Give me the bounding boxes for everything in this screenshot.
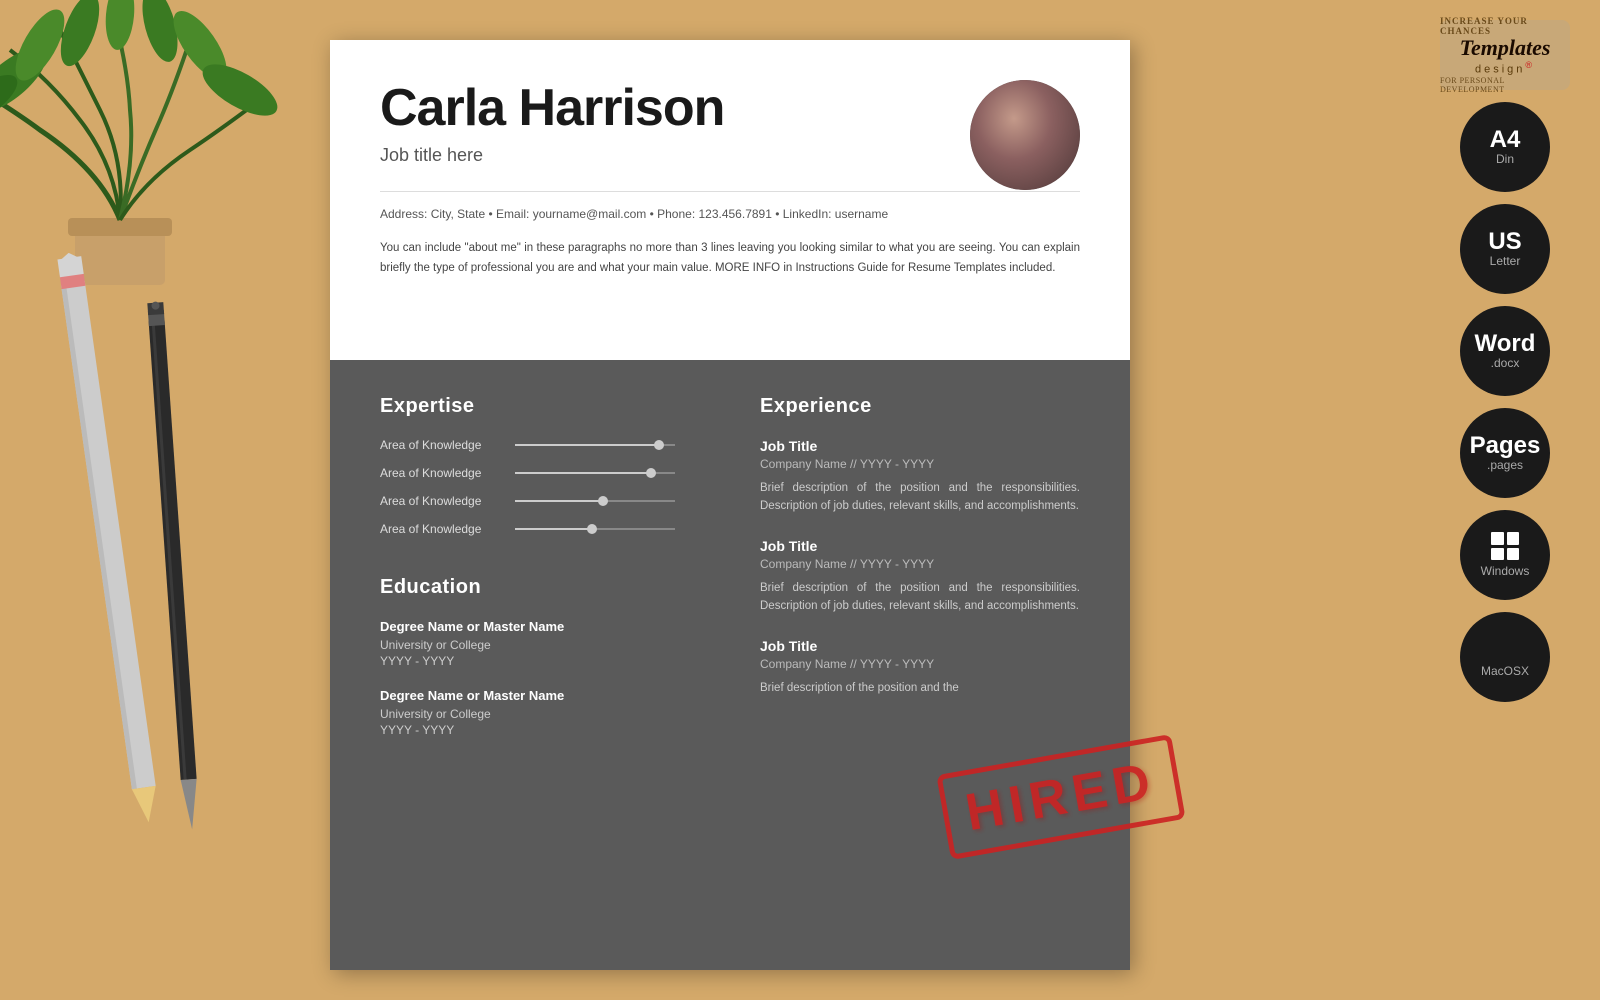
badge-windows-label: Windows <box>1481 564 1530 578</box>
edu-degree-2: Degree Name or Master Name <box>380 688 720 703</box>
skill-item: Area of Knowledge <box>380 438 720 452</box>
resume-header: Carla Harrison Job title here Address: C… <box>330 40 1130 360</box>
skill-label-3: Area of Knowledge <box>380 494 510 508</box>
resume-summary: You can include "about me" in these para… <box>380 239 1080 278</box>
education-title: Education <box>380 576 720 599</box>
resume-left-column: Expertise Area of Knowledge Area of Know… <box>380 395 720 940</box>
badge-windows[interactable]: Windows <box>1460 510 1550 600</box>
windows-icon <box>1491 532 1519 560</box>
edu-years-2: YYYY - YYYY <box>380 723 720 737</box>
resume-contact: Address: City, State • Email: yourname@m… <box>380 191 1080 221</box>
edu-years-1: YYYY - YYYY <box>380 654 720 668</box>
brand-tagline-top: INCREASE YOUR CHANCES <box>1440 16 1570 36</box>
edu-school-2: University or College <box>380 707 720 721</box>
skill-dot-3 <box>598 496 608 506</box>
expertise-title: Expertise <box>380 395 720 418</box>
skill-track-2 <box>515 472 675 474</box>
skill-track-3 <box>515 500 675 502</box>
exp-company-2: Company Name // YYYY - YYYY <box>760 557 1080 571</box>
profile-photo <box>970 80 1080 190</box>
brand-logo: INCREASE YOUR CHANCES Templates design® … <box>1440 20 1570 90</box>
education-section: Education Degree Name or Master Name Uni… <box>380 576 720 737</box>
resume-right-column: Experience Job Title Company Name // YYY… <box>760 395 1080 940</box>
skill-dot-4 <box>587 524 597 534</box>
skill-item: Area of Knowledge <box>380 522 720 536</box>
exp-job-title-1: Job Title <box>760 438 1080 454</box>
skill-track-1 <box>515 444 675 446</box>
brand-design: design® <box>1475 60 1535 76</box>
brand-name: Templates <box>1460 36 1551 60</box>
skill-item: Area of Knowledge <box>380 494 720 508</box>
skill-label-2: Area of Knowledge <box>380 466 510 480</box>
badge-macosx[interactable]:  MacOSX <box>1460 612 1550 702</box>
expertise-section: Expertise Area of Knowledge Area of Know… <box>380 395 720 536</box>
skill-label-4: Area of Knowledge <box>380 522 510 536</box>
edu-school-1: University or College <box>380 638 720 652</box>
resume-body: Expertise Area of Knowledge Area of Know… <box>330 360 1130 970</box>
skill-dot-1 <box>654 440 664 450</box>
exp-company-1: Company Name // YYYY - YYYY <box>760 457 1080 471</box>
badge-pages-main: Pages <box>1470 434 1541 458</box>
badge-a4-sub: Din <box>1496 152 1514 166</box>
windows-quad-3 <box>1491 548 1504 561</box>
badge-pages[interactable]: Pages .pages <box>1460 408 1550 498</box>
skill-fill-4 <box>515 528 592 530</box>
experience-title: Experience <box>760 395 1080 418</box>
badge-us[interactable]: US Letter <box>1460 204 1550 294</box>
badge-us-sub: Letter <box>1490 254 1521 268</box>
pencil-decoration <box>55 251 163 829</box>
badge-word-main: Word <box>1475 332 1536 356</box>
badge-word-sub: .docx <box>1491 356 1520 370</box>
windows-quad-2 <box>1507 532 1520 545</box>
skill-dot-2 <box>646 468 656 478</box>
skill-fill-3 <box>515 500 603 502</box>
badge-a4-main: A4 <box>1490 128 1521 152</box>
windows-quad-4 <box>1507 548 1520 561</box>
exp-company-3: Company Name // YYYY - YYYY <box>760 657 1080 671</box>
skill-item: Area of Knowledge <box>380 466 720 480</box>
edu-degree-1: Degree Name or Master Name <box>380 619 720 634</box>
right-sidebar: INCREASE YOUR CHANCES Templates design® … <box>1430 20 1580 702</box>
skill-fill-2 <box>515 472 651 474</box>
skill-track-4 <box>515 528 675 530</box>
plant-decoration <box>0 0 280 290</box>
badge-us-main: US <box>1488 230 1521 254</box>
windows-quad-1 <box>1491 532 1504 545</box>
badge-a4[interactable]: A4 Din <box>1460 102 1550 192</box>
badge-pages-sub: .pages <box>1487 458 1523 472</box>
skill-label-1: Area of Knowledge <box>380 438 510 452</box>
brand-tagline-bottom: FOR PERSONAL DEVELOPMENT <box>1440 76 1570 94</box>
badge-word[interactable]: Word .docx <box>1460 306 1550 396</box>
apple-icon:  <box>1495 636 1515 662</box>
badge-macosx-label: MacOSX <box>1481 664 1529 678</box>
exp-job-title-2: Job Title <box>760 538 1080 554</box>
exp-job-title-3: Job Title <box>760 638 1080 654</box>
pen-decoration <box>146 300 202 840</box>
exp-desc-3: Brief description of the position and th… <box>760 679 1080 697</box>
exp-desc-2: Brief description of the position and th… <box>760 579 1080 616</box>
exp-desc-1: Brief description of the position and th… <box>760 479 1080 516</box>
skill-fill-1 <box>515 444 659 446</box>
